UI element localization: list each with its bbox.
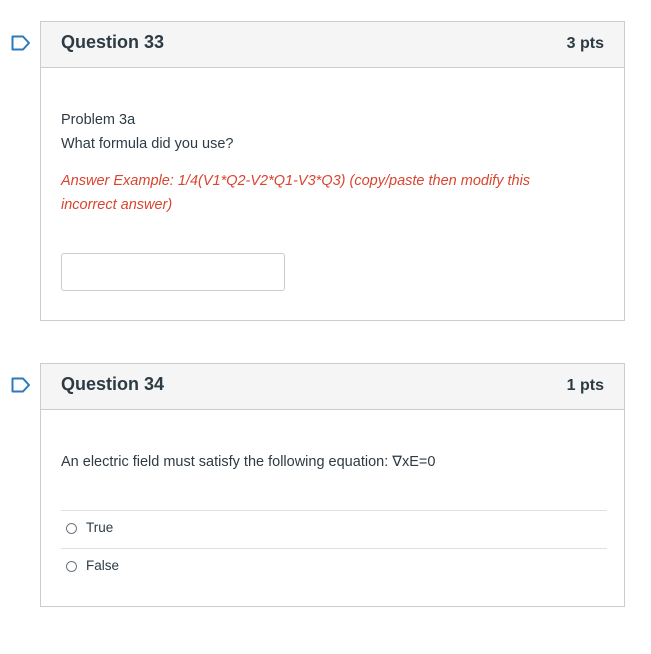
answer-example-note-line-1: Answer Example: 1/4(V1*Q2-V2*Q1-V3*Q3) (…: [61, 173, 531, 189]
question-33: Question 33 3 pts Problem 3a What formul…: [40, 21, 625, 321]
answer-label: False: [86, 558, 120, 573]
question-points: 1 pts: [566, 377, 604, 394]
question-34: Question 34 1 pts An electric field must…: [40, 363, 625, 607]
answer-label: True: [86, 520, 114, 535]
answer-list: True False: [61, 510, 607, 586]
radio-button[interactable]: [66, 561, 77, 572]
question-title: Question 33: [61, 32, 165, 52]
question-text-line-2: What formula did you use?: [61, 136, 234, 152]
radio-button[interactable]: [66, 523, 77, 534]
question-header: Question 34 1 pts: [41, 364, 624, 410]
answer-example-note-line-2: incorrect answer): [61, 197, 173, 213]
answer-option-false[interactable]: False: [61, 548, 607, 586]
question-header: Question 33 3 pts: [41, 22, 624, 68]
answer-option-true[interactable]: True: [61, 510, 607, 548]
question-title: Question 34: [61, 374, 165, 394]
quiz-page: Question 33 3 pts Problem 3a What formul…: [0, 0, 651, 654]
answer-text-input[interactable]: [61, 253, 285, 291]
flag-question-33-icon[interactable]: [11, 35, 31, 51]
flag-question-34-icon[interactable]: [11, 377, 31, 393]
question-text: An electric field must satisfy the follo…: [61, 454, 436, 470]
question-points: 3 pts: [566, 35, 604, 52]
question-text-line-1: Problem 3a: [61, 112, 136, 128]
